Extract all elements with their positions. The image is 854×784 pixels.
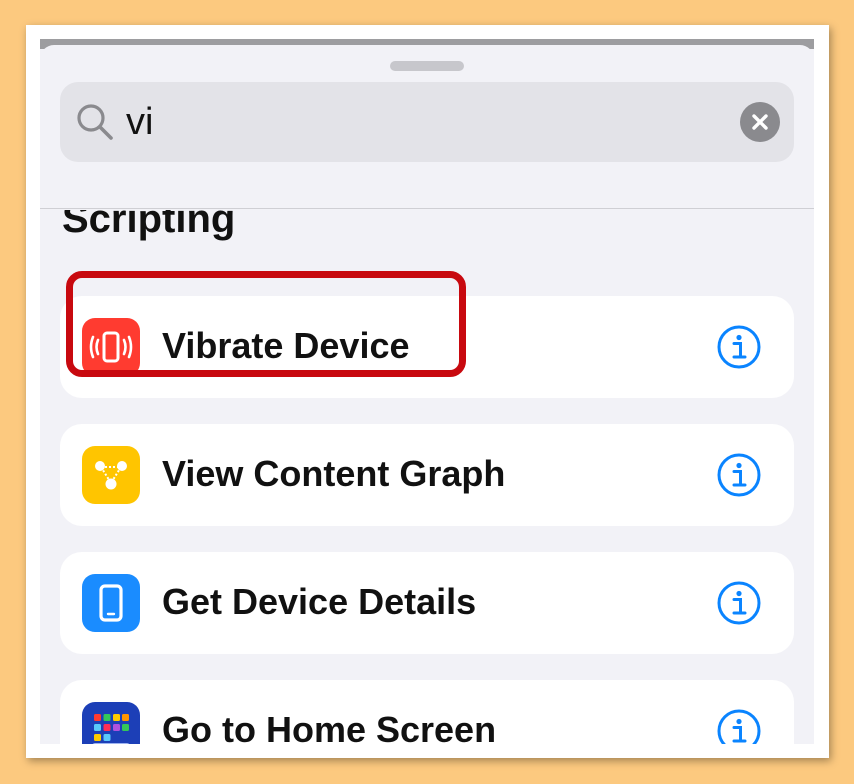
action-label: Vibrate Device: [162, 325, 410, 366]
search-bar[interactable]: [60, 82, 794, 162]
info-icon[interactable]: [716, 580, 762, 626]
screenshot-frame: Scripting Vibrate Device: [26, 25, 829, 758]
vibrate-phone-icon: [82, 318, 140, 376]
action-row-go-to-home-screen[interactable]: Go to Home Screen: [60, 680, 794, 744]
section-title: Scripting: [62, 197, 236, 241]
action-row-get-device-details[interactable]: Get Device Details: [60, 552, 794, 654]
close-icon: [752, 114, 768, 130]
info-icon[interactable]: [716, 324, 762, 370]
action-row-vibrate-device[interactable]: Vibrate Device: [60, 296, 794, 398]
phone-screen: Scripting Vibrate Device: [40, 39, 814, 744]
info-icon[interactable]: [716, 452, 762, 498]
search-input[interactable]: [126, 100, 726, 144]
search-icon: [77, 104, 113, 140]
action-label: Go to Home Screen: [162, 709, 497, 744]
action-label: Get Device Details: [162, 581, 477, 622]
sheet-grabber[interactable]: [390, 61, 464, 71]
action-sheet: Scripting Vibrate Device: [40, 45, 814, 744]
clear-search-button[interactable]: [740, 102, 780, 142]
action-label: View Content Graph: [162, 453, 506, 494]
search-divider: [40, 208, 814, 209]
action-row-view-content-graph[interactable]: View Content Graph: [60, 424, 794, 526]
content-graph-icon: [82, 446, 140, 504]
phone-icon: [82, 574, 140, 632]
home-screen-icon: [82, 702, 140, 744]
info-icon[interactable]: [716, 708, 762, 744]
